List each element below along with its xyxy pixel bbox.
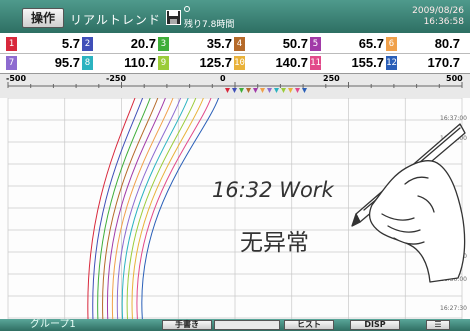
row-divider <box>0 53 470 54</box>
time-label: 16:35:00 <box>440 135 467 142</box>
operate-button[interactable]: 操作 <box>22 8 64 28</box>
channel-value: 110.7 <box>124 55 156 70</box>
channel-number-badge: 2 <box>82 37 93 51</box>
channel-scale-marker <box>232 88 237 93</box>
channel-scale-marker <box>295 88 300 93</box>
footer-bar: グループ1 手書き ヒスト DISP ☰ <box>0 319 470 331</box>
channel-value: 50.7 <box>282 36 308 51</box>
scale-tick-label: 500 <box>446 74 463 83</box>
date-display: 2009/08/26 <box>412 6 464 16</box>
channel-scale-marker <box>253 88 258 93</box>
scale-tick-label: -250 <box>106 74 127 83</box>
channel-scale-marker <box>302 88 307 93</box>
group-label: グループ1 <box>30 319 76 330</box>
channel-scale-marker <box>239 88 244 93</box>
time-label: 16:37:00 <box>440 115 467 122</box>
blank-button[interactable] <box>214 320 280 330</box>
channel-number-badge: 5 <box>310 37 321 51</box>
channel-value: 95.7 <box>54 55 80 70</box>
channel-scale-marker <box>288 88 293 93</box>
channel-value: 35.7 <box>206 36 232 51</box>
mode-label: リアルトレンド <box>70 13 161 27</box>
time-label: 16:30:00 <box>440 276 467 283</box>
channel-scale-marker <box>260 88 265 93</box>
channel-number-badge: 8 <box>82 56 93 70</box>
scale-bar: -500 -250 0 250 500 <box>0 73 470 99</box>
channel-number-badge: 1 <box>6 37 17 51</box>
remaining-time: 残り7.8時間 <box>184 20 235 30</box>
trend-chart[interactable]: 16:37:00 16:35:00 16:32:30 16:30:00 16:27:30 <box>0 98 470 319</box>
channel-value: 5.7 <box>61 36 80 51</box>
handwrite-button[interactable]: 手書き <box>162 320 212 330</box>
scale-tick-label: -500 <box>6 74 27 83</box>
channel-number-badge: 11 <box>310 56 321 70</box>
channel-value: 125.7 <box>199 55 232 70</box>
hist-button[interactable]: ヒスト <box>284 320 334 330</box>
record-indicator-icon <box>184 6 190 12</box>
disp-button[interactable]: DISP <box>350 320 400 330</box>
channel-number-badge: 10 <box>234 56 245 70</box>
time-label: 16:27:30 <box>440 305 467 312</box>
channel-scale-marker <box>246 88 251 93</box>
channel-number-badge: 9 <box>158 56 169 70</box>
scale-tick-label: 250 <box>323 74 340 83</box>
channel-scale-marker <box>274 88 279 93</box>
channel-value: 80.7 <box>434 36 460 51</box>
channel-number-badge: 6 <box>386 37 397 51</box>
channel-values-panel: 1 5.7 2 20.7 3 35.7 4 50.7 5 65.7 6 80.7 7 95.7 8 110.7… <box>0 34 470 73</box>
time-display: 16:36:58 <box>423 17 464 27</box>
channel-number-badge: 12 <box>386 56 397 70</box>
channel-value: 140.7 <box>275 55 308 70</box>
channel-scale-marker <box>225 88 230 93</box>
channel-value: 65.7 <box>358 36 384 51</box>
scale-ruler <box>7 82 463 93</box>
channel-scale-marker <box>281 88 286 93</box>
time-label: 16:32:30 <box>440 253 467 260</box>
channel-scale-marker <box>267 88 272 93</box>
scale-tick-label: 0 <box>220 74 226 83</box>
channel-value: 155.7 <box>351 55 384 70</box>
channel-value: 170.7 <box>427 55 460 70</box>
channel-number-badge: 4 <box>234 37 245 51</box>
channel-number-badge: 7 <box>6 56 17 70</box>
header-bar: 操作 リアルトレンド 残り7.8時間 2009/08/26 16:36:58 <box>0 0 470 33</box>
floppy-disk-icon <box>166 10 181 25</box>
channel-number-badge: 3 <box>158 37 169 51</box>
channel-value: 20.7 <box>130 36 156 51</box>
menu-icon[interactable]: ☰ <box>426 320 450 330</box>
